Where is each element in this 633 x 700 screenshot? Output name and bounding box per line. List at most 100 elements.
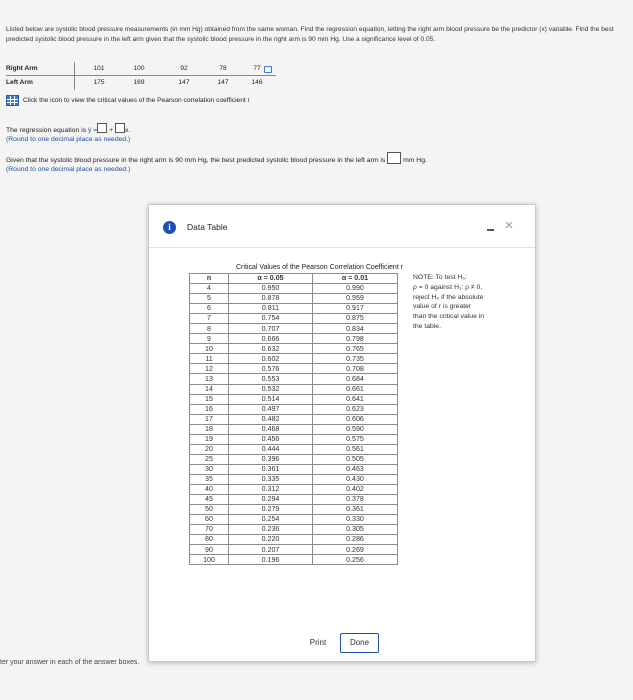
critical-values-link[interactable]: Click the icon to view the critical valu… (6, 95, 250, 106)
yhat-label: ŷ = (88, 127, 98, 134)
row-n-cell: 11 (189, 353, 229, 365)
table-row: 60 0.254 0.330 (189, 514, 398, 526)
x-variable: x. (125, 127, 131, 134)
table-row: 9 0.666 0.798 (189, 333, 398, 345)
intercept-answer-box[interactable] (97, 123, 108, 133)
note-line: NOTE: To test H₀: (413, 274, 468, 281)
table-row: 6 0.811 0.917 (189, 303, 398, 315)
row-alpha-01-cell: 0.834 (312, 323, 398, 335)
table-row: 16 0.497 0.623 (189, 403, 398, 415)
col-alpha-05-header: α = 0.05 (228, 272, 313, 285)
row-alpha-05-cell: 0.602 (228, 353, 313, 365)
row-alpha-05-cell: 0.220 (228, 534, 313, 546)
row-n-cell: 14 (189, 383, 229, 395)
table-row: 7 0.754 0.875 (189, 313, 398, 325)
left-arm-value: 147 (217, 79, 229, 86)
row-alpha-01-cell: 0.305 (312, 524, 398, 536)
data-table-dialog: i Data Table × Critical Values of the Pe… (148, 204, 536, 662)
table-row: 19 0.456 0.575 (189, 433, 398, 445)
row-alpha-01-cell: 0.361 (312, 504, 398, 516)
dialog-header: i Data Table × (149, 205, 535, 248)
row-alpha-05-cell: 0.532 (228, 383, 313, 395)
row-alpha-05-cell: 0.811 (228, 303, 313, 315)
rounding-note: (Round to one decimal place as needed.) (6, 166, 131, 173)
row-n-cell: 5 (189, 293, 229, 305)
table-row: 45 0.294 0.378 (189, 494, 398, 506)
col-alpha-01-header: α = 0.01 (312, 272, 398, 285)
row-n-cell: 7 (189, 313, 229, 325)
problem-intro: Listed below are systolic blood pressure… (6, 26, 614, 43)
note-line: reject H₀ if the absolute (413, 293, 484, 301)
row-alpha-05-cell: 0.361 (228, 463, 313, 475)
row-alpha-01-cell: 0.959 (312, 293, 398, 305)
row-alpha-05-cell: 0.576 (228, 363, 313, 375)
prediction-answer-box[interactable] (387, 152, 402, 164)
row-alpha-05-cell: 0.236 (228, 524, 313, 536)
minimize-icon[interactable] (487, 229, 494, 231)
table-row: 25 0.396 0.505 (189, 453, 398, 465)
slope-answer-box[interactable] (115, 123, 126, 133)
left-arm-value: 169 (133, 79, 145, 86)
row-alpha-01-cell: 0.286 (312, 534, 398, 546)
table-row: 15 0.514 0.641 (189, 393, 398, 405)
row-n-cell: 19 (189, 433, 229, 445)
table-row: 10 0.632 0.765 (189, 343, 398, 355)
row-alpha-01-cell: 0.330 (312, 514, 398, 526)
footer-instruction: ter your answer in each of the answer bo… (0, 659, 140, 666)
print-button[interactable]: Print (300, 635, 336, 651)
row-n-cell: 40 (189, 483, 229, 496)
arm-data-table: Right Arm 101 100 92 78 77 Left Arm 175 … (6, 62, 276, 90)
table-grid-icon[interactable] (6, 95, 19, 106)
row-alpha-01-cell: 0.430 (312, 473, 398, 485)
row-alpha-05-cell: 0.207 (228, 544, 313, 556)
critical-values-link-text[interactable]: Click the icon to view the critical valu… (23, 97, 250, 104)
row-alpha-01-cell: 0.990 (312, 283, 398, 295)
col-n-header: n (189, 272, 229, 285)
row-alpha-05-cell: 0.497 (228, 403, 313, 415)
row-alpha-05-cell: 0.456 (228, 433, 313, 445)
row-alpha-01-cell: 0.463 (312, 463, 398, 475)
row-alpha-01-cell: 0.641 (312, 393, 398, 405)
table-row: 80 0.220 0.286 (189, 534, 398, 546)
table-row: 20 0.444 0.561 (189, 443, 398, 455)
row-alpha-01-cell: 0.402 (312, 483, 398, 496)
right-arm-label: Right Arm (6, 65, 38, 72)
row-alpha-05-cell: 0.444 (228, 443, 313, 455)
row-alpha-05-cell: 0.335 (228, 473, 313, 485)
done-button[interactable]: Done (340, 633, 379, 653)
table-row: 8 0.707 0.834 (189, 323, 398, 335)
note-line: ρ = 0 against H₁: ρ ≠ 0, (413, 283, 483, 291)
table-row: 70 0.236 0.305 (189, 524, 398, 536)
row-alpha-01-cell: 0.606 (312, 413, 398, 425)
row-n-cell: 8 (189, 323, 229, 335)
right-arm-row: Right Arm 101 100 92 78 77 (6, 62, 276, 76)
row-alpha-05-cell: 0.666 (228, 333, 313, 345)
row-alpha-01-cell: 0.561 (312, 443, 398, 455)
table-row: 5 0.878 0.959 (189, 293, 398, 305)
row-n-cell: 16 (189, 403, 229, 415)
row-n-cell: 100 (189, 554, 229, 566)
copy-icon[interactable] (264, 66, 272, 73)
close-icon[interactable]: × (501, 218, 517, 234)
table-row: 13 0.553 0.684 (189, 373, 398, 385)
row-n-cell: 6 (189, 303, 229, 315)
row-alpha-01-cell: 0.378 (312, 494, 398, 506)
critical-values-table: n α = 0.05 α = 0.01 4 0.950 0.990 5 0.878 0.9… (189, 272, 398, 566)
row-n-cell: 17 (189, 413, 229, 425)
row-n-cell: 90 (189, 544, 229, 556)
row-alpha-05-cell: 0.950 (228, 283, 313, 295)
row-alpha-01-cell: 0.735 (312, 353, 398, 365)
left-arm-label: Left Arm (6, 79, 33, 86)
table-row: 17 0.482 0.606 (189, 413, 398, 425)
row-n-cell: 18 (189, 423, 229, 435)
row-n-cell: 20 (189, 443, 229, 455)
table-row: 35 0.335 0.430 (189, 473, 398, 485)
row-alpha-05-cell: 0.294 (228, 494, 313, 506)
table-row: 14 0.532 0.661 (189, 383, 398, 395)
right-arm-value: 78 (219, 65, 227, 72)
table-row: 12 0.576 0.708 (189, 363, 398, 375)
row-alpha-05-cell: 0.878 (228, 293, 313, 305)
row-alpha-01-cell: 0.917 (312, 303, 398, 315)
right-arm-value: 100 (133, 65, 145, 72)
row-alpha-01-cell: 0.505 (312, 453, 398, 465)
